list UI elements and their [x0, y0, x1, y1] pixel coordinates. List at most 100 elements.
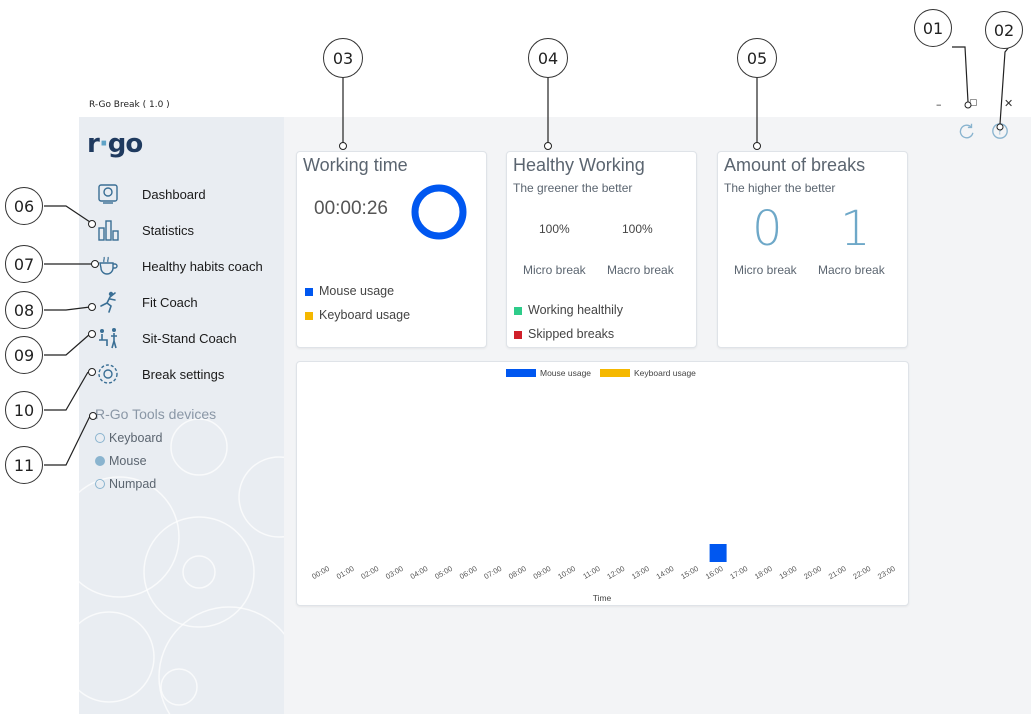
bar-mouse-1600: [709, 544, 727, 562]
x-tick-label: 22:00: [851, 564, 872, 581]
x-tick-label: 07:00: [482, 564, 503, 581]
legend-mouse-usage: Mouse usage: [305, 284, 394, 298]
device-keyboard-radio[interactable]: Keyboard: [95, 431, 163, 445]
amount-of-breaks-subtitle: The higher the better: [724, 181, 836, 195]
device-label: Keyboard: [109, 431, 163, 445]
legend-label-keyboard: Keyboard usage: [634, 368, 696, 378]
close-button[interactable]: ✕: [1004, 97, 1013, 110]
micro-break-percent: 100%: [539, 222, 570, 236]
devices-title: R-Go Tools devices: [95, 406, 217, 422]
gear-icon: [98, 364, 118, 384]
usage-chart-card: Mouse usage Keyboard usage 00:00 01:00 02:00…: [296, 361, 909, 606]
macro-break-label: Macro break: [607, 263, 674, 277]
x-tick-label: 00:00: [310, 564, 331, 581]
legend-label: Working healthily: [528, 303, 623, 317]
legend-swatch: [305, 287, 313, 296]
working-time-value: 00:00:26: [314, 198, 388, 219]
legend-skipped-breaks: Skipped breaks: [514, 327, 614, 341]
sidebar-item-sit-stand-coach[interactable]: Sit-Stand Coach: [79, 325, 284, 351]
callout-04: 04: [528, 38, 568, 78]
radio-indicator: [95, 433, 105, 443]
x-tick-label: 04:00: [409, 564, 430, 581]
amount-of-breaks-card: Amount of breaks The higher the better 0…: [717, 151, 908, 348]
healthy-working-card: Healthy Working The greener the better 1…: [506, 151, 697, 348]
healthy-working-title: Healthy Working: [513, 155, 645, 175]
legend-label: Mouse usage: [319, 284, 395, 298]
legend-swatch-keyboard: [600, 369, 630, 377]
callout-11: 11: [5, 446, 43, 484]
callout-08: 08: [5, 291, 43, 329]
window-title: R-Go Break ( 1.0 ): [89, 100, 170, 110]
legend-swatch-mouse: [506, 369, 536, 377]
callout-07: 07: [5, 245, 43, 283]
restore-button[interactable]: ▢: [969, 98, 978, 108]
x-tick-label: 11:00: [581, 564, 601, 581]
x-tick-label: 06:00: [458, 564, 479, 581]
micro-break-label: Micro break: [523, 263, 586, 277]
x-tick-label: 13:00: [630, 564, 651, 581]
main-content: ? Working time 00:00:26 Mouse usage Keyb…: [284, 117, 1031, 714]
legend-keyboard-usage: Keyboard usage: [305, 308, 410, 322]
sidebar-item-break-settings[interactable]: Break settings: [79, 361, 284, 387]
sit-stand-icon: [99, 328, 117, 349]
sidebar: r·go Dashboard Statistics Healthy habits…: [79, 117, 284, 714]
window-titlebar: R-Go Break ( 1.0 ): [79, 96, 1031, 118]
device-label: Numpad: [109, 477, 157, 491]
radio-indicator: [95, 456, 105, 466]
device-numpad-radio[interactable]: Numpad: [95, 477, 156, 491]
refresh-icon[interactable]: [958, 122, 976, 140]
legend-working-healthily: Working healthily: [514, 303, 623, 317]
x-tick-label: 01:00: [335, 564, 356, 581]
x-tick-label: 15:00: [679, 564, 700, 581]
callout-03: 03: [323, 38, 363, 78]
legend-label: Skipped breaks: [528, 327, 615, 341]
micro-break-label: Micro break: [734, 263, 797, 277]
legend-label: Keyboard usage: [319, 308, 411, 322]
x-axis-label: Time: [593, 593, 612, 603]
x-tick-label: 18:00: [753, 564, 774, 581]
help-icon[interactable]: ?: [991, 122, 1009, 140]
usage-chart: Mouse usage Keyboard usage 00:00 01:00 02:00…: [310, 368, 897, 603]
macro-break-percent: 100%: [622, 222, 653, 236]
working-time-card: Working time 00:00:26 Mouse usage Keyboa…: [296, 151, 487, 348]
callout-06: 06: [5, 187, 43, 225]
statistics-icon: [98, 220, 119, 241]
x-tick-label: 02:00: [359, 564, 380, 581]
rgo-logo: r·go: [87, 129, 143, 159]
callout-02: 02: [985, 11, 1023, 49]
working-time-title: Working time: [303, 155, 408, 175]
sidebar-item-label: Sit-Stand Coach: [142, 330, 237, 346]
legend-swatch: [514, 330, 522, 339]
sidebar-item-statistics[interactable]: Statistics: [79, 217, 284, 243]
x-tick-label: 20:00: [802, 564, 823, 581]
micro-break-count: 0: [752, 201, 783, 257]
callout-09: 09: [5, 336, 43, 374]
x-tick-label: 17:00: [728, 564, 749, 581]
sidebar-item-healthy-habits[interactable]: Healthy habits coach: [79, 253, 284, 279]
app-window: r·go Dashboard Statistics Healthy habits…: [79, 117, 1031, 714]
legend-label-mouse: Mouse usage: [540, 368, 591, 378]
x-tick-label: 08:00: [507, 564, 528, 581]
device-mouse-radio[interactable]: Mouse: [95, 454, 147, 468]
x-tick-label: 09:00: [532, 564, 553, 581]
x-tick-label: 12:00: [605, 564, 626, 581]
sidebar-item-label: Fit Coach: [142, 294, 198, 310]
sidebar-item-fit-coach[interactable]: Fit Coach: [79, 289, 284, 315]
x-tick-label: 19:00: [778, 564, 799, 581]
minimize-button[interactable]: –: [936, 98, 942, 111]
sidebar-item-dashboard[interactable]: Dashboard: [79, 181, 284, 207]
x-tick-label: 16:00: [704, 564, 725, 581]
x-tick-label: 05:00: [433, 564, 454, 581]
x-tick-label: 03:00: [384, 564, 405, 581]
x-tick-label: 21:00: [827, 564, 848, 581]
healthy-working-subtitle: The greener the better: [513, 181, 633, 195]
sidebar-item-label: Statistics: [142, 222, 195, 238]
sidebar-item-label: Dashboard: [142, 186, 206, 202]
legend-swatch: [305, 311, 313, 320]
radio-indicator: [95, 479, 105, 489]
legend-swatch: [514, 306, 522, 315]
dashboard-icon: [98, 184, 118, 204]
device-label: Mouse: [109, 454, 147, 468]
callout-10: 10: [5, 391, 43, 429]
x-tick-label: 23:00: [876, 564, 897, 581]
